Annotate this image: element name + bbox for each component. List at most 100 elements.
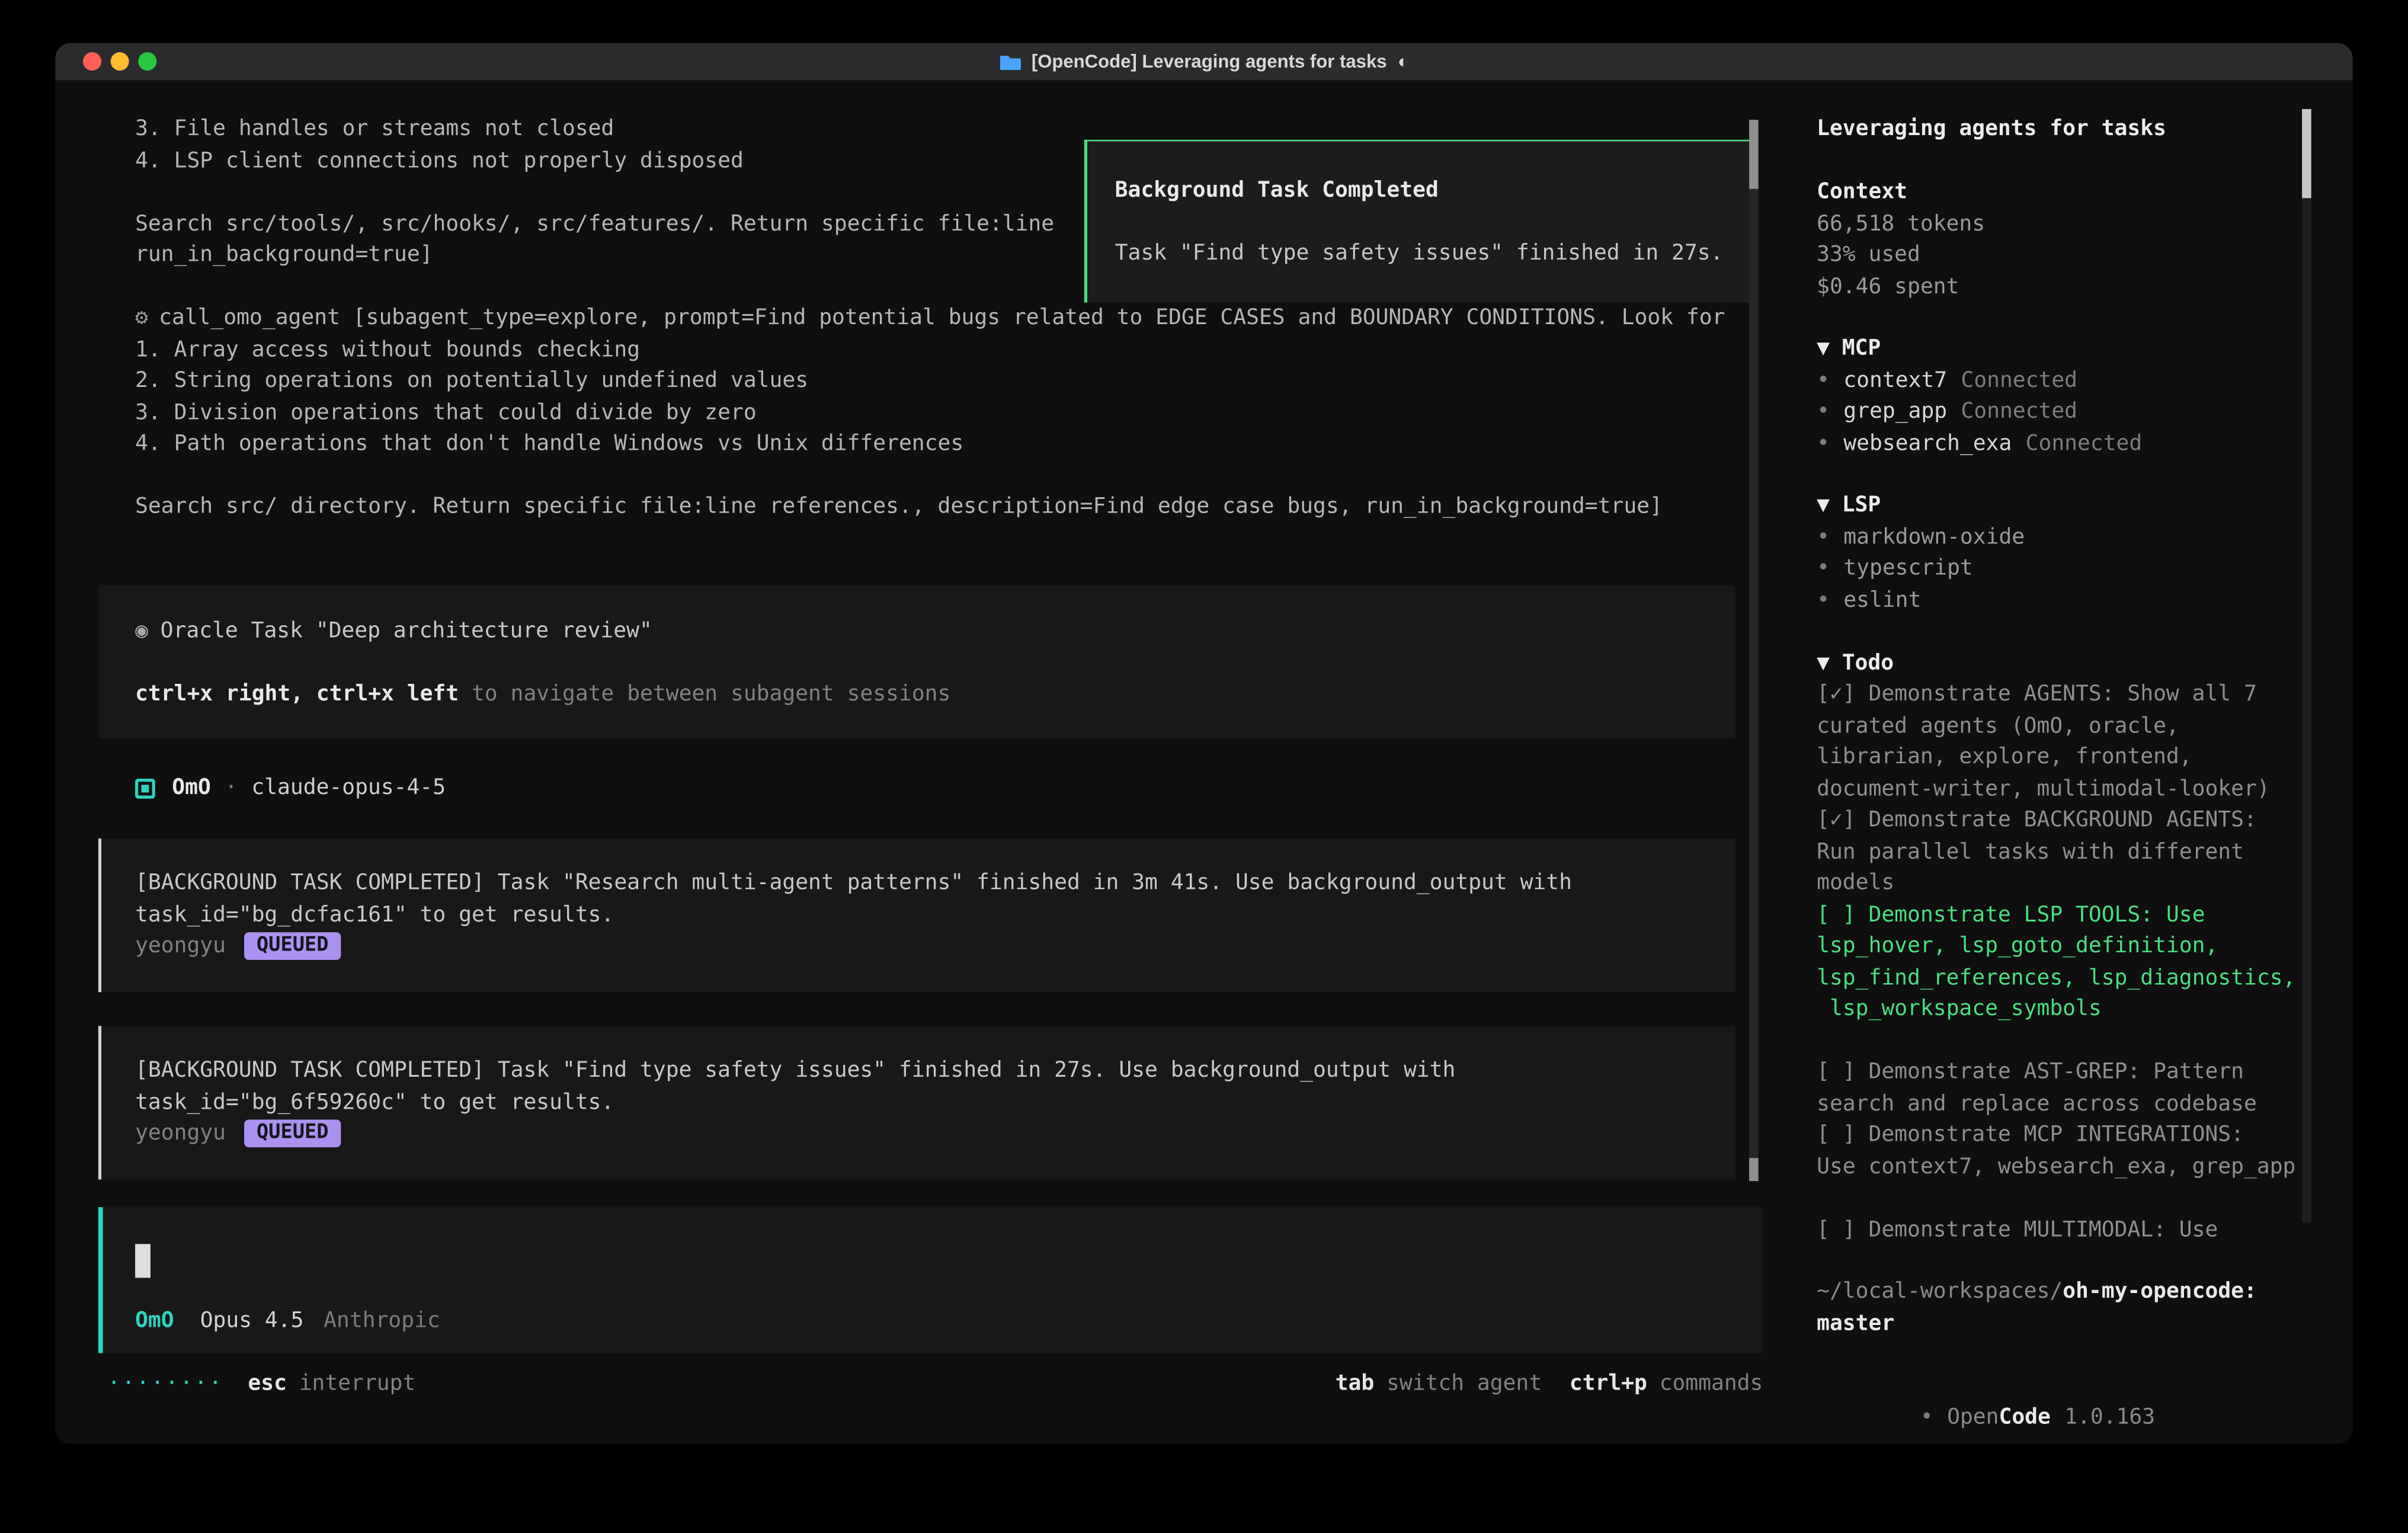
lsp-section: ▼ LSP •markdown-oxide • typescript • eslint bbox=[1817, 490, 2302, 616]
oracle-title-text: Oracle Task "Deep architecture review" bbox=[161, 619, 652, 643]
scrollbar-thumb[interactable] bbox=[2302, 109, 2311, 198]
agent-model: claude-opus-4-5 bbox=[251, 773, 446, 804]
message-block: [BACKGROUND TASK COMPLETED] Task "Find t… bbox=[98, 1026, 1735, 1179]
folder-icon bbox=[999, 53, 1020, 70]
oracle-icon: ◉ bbox=[135, 619, 148, 643]
tool-call-item: 1. Array access without bounds checking bbox=[135, 334, 1725, 366]
scrollbar-thumb[interactable] bbox=[1749, 1158, 1759, 1181]
message-author: yeongyu bbox=[135, 1118, 226, 1150]
tool-call-blank bbox=[135, 460, 1725, 491]
sidebar-scrollbar[interactable] bbox=[2302, 109, 2311, 1222]
mcp-name: grep_app bbox=[1843, 399, 1947, 424]
status-bar: ········ esc interrupt tab switch agent … bbox=[107, 1368, 1763, 1400]
toast-title: Background Task Completed bbox=[1115, 175, 1754, 206]
input-statusline: OmO Opus 4.5 Anthropic bbox=[135, 1305, 440, 1337]
bullet-icon: • bbox=[1817, 368, 1830, 392]
app-name-suffix: Code bbox=[1999, 1404, 2050, 1429]
todo-list: [✓] Demonstrate AGENTS: Show all 7 curat… bbox=[1817, 679, 2302, 1246]
git-branch: master bbox=[1817, 1308, 2302, 1339]
toast-spacer bbox=[1115, 207, 1754, 238]
oracle-task-panel: ◉Oracle Task "Deep architecture review" … bbox=[98, 585, 1735, 738]
esc-key-label: interrupt bbox=[299, 1368, 416, 1400]
lsp-item: • typescript bbox=[1817, 553, 2302, 584]
context-tokens: 66,518 tokens bbox=[1817, 208, 2302, 239]
workspace-path: ~/local-workspaces/oh-my-opencode: bbox=[1817, 1276, 2302, 1308]
toast-body: Task "Find type safety issues" finished … bbox=[1115, 238, 1754, 270]
disclosure-triangle-icon: ▼ bbox=[1817, 337, 1830, 361]
bullet-icon: • bbox=[1817, 524, 1830, 549]
prompt-input[interactable]: OmO Opus 4.5 Anthropic bbox=[98, 1207, 1763, 1353]
ctrlp-key-hint: ctrl+p bbox=[1570, 1368, 1647, 1400]
todo-item: [ ] Demonstrate MCP INTEGRATIONS: Use co… bbox=[1817, 1119, 2302, 1182]
mcp-heading: ▼ MCP bbox=[1817, 333, 2302, 364]
scrollbar-thumb[interactable] bbox=[1749, 120, 1759, 189]
tool-call-header: ⚙call_omo_agent [subagent_type=explore, … bbox=[135, 303, 1725, 334]
lsp-item: •markdown-oxide bbox=[1817, 521, 2302, 553]
model-provider: Anthropic bbox=[324, 1305, 440, 1337]
tab-key-label: switch agent bbox=[1386, 1368, 1542, 1400]
mcp-section: ▼ MCP • context7 Connected • grep_app Connect… bbox=[1817, 333, 2302, 459]
terminal-line: 4. LSP client connections not properly d… bbox=[135, 145, 1054, 177]
tool-call-item: 3. Division operations that could divide… bbox=[135, 397, 1725, 428]
spinner-icon: ········ bbox=[107, 1368, 223, 1400]
todo-item: [ ] Demonstrate MULTIMODAL: Use bbox=[1817, 1214, 2302, 1246]
separator-dot: · bbox=[225, 773, 238, 804]
commands-hint-group: ctrl+p commands bbox=[1570, 1368, 1763, 1400]
tool-call-item: 4. Path operations that don't handle Win… bbox=[135, 428, 1725, 460]
bullet-icon: • bbox=[1817, 587, 1830, 612]
agent-name: OmO bbox=[172, 773, 211, 804]
hint-keys: ctrl+x right, ctrl+x left bbox=[135, 682, 459, 706]
bullet-icon: • bbox=[1920, 1404, 1933, 1429]
agent-checkbox-icon bbox=[135, 778, 155, 798]
message-meta: yeongyu QUEUED bbox=[135, 1118, 1735, 1150]
status-badge: QUEUED bbox=[244, 1120, 341, 1148]
app-version-footer: •OpenCode1.0.163 bbox=[1817, 1370, 2302, 1401]
terminal-content: 3. File handles or streams not closed 4.… bbox=[55, 81, 2352, 1444]
todo-item: [✓] Demonstrate BACKGROUND AGENTS: Run p… bbox=[1817, 805, 2302, 899]
window-title-group: [OpenCode] Leveraging agents for tasks ◐ bbox=[55, 43, 2352, 80]
lsp-name: eslint bbox=[1843, 587, 1921, 612]
app-name-prefix: Open bbox=[1947, 1404, 1999, 1429]
todo-item: [✓] Demonstrate AGENTS: Show all 7 curat… bbox=[1817, 679, 2302, 805]
message-line: task_id="bg_dcfac161" to get results. bbox=[135, 899, 1735, 930]
message-author: yeongyu bbox=[135, 931, 226, 962]
active-model: Opus 4.5 bbox=[200, 1305, 304, 1337]
terminal-window: [OpenCode] Leveraging agents for tasks ◐… bbox=[55, 43, 2352, 1444]
lsp-item: • eslint bbox=[1817, 584, 2302, 616]
lsp-heading: ▼ LSP bbox=[1817, 490, 2302, 521]
text-cursor bbox=[135, 1244, 150, 1278]
conversation-scrollbar[interactable] bbox=[1749, 120, 1759, 1181]
terminal-line: run_in_background=true] bbox=[135, 239, 1054, 271]
workspace-info: ~/local-workspaces/oh-my-opencode: maste… bbox=[1817, 1276, 2302, 1339]
mcp-item: •context7Connected bbox=[1817, 365, 2302, 396]
subagent-nav-hint: ctrl+x right, ctrl+x left to navigate be… bbox=[135, 679, 1735, 711]
scrollback: 3. File handles or streams not closed 4.… bbox=[135, 114, 1054, 271]
mcp-heading-label: MCP bbox=[1842, 337, 1881, 361]
activity-indicator-icon: ◐ bbox=[1398, 51, 1409, 72]
agent-header: OmO · claude-opus-4-5 bbox=[135, 773, 446, 804]
window-titlebar[interactable]: [OpenCode] Leveraging agents for tasks ◐ bbox=[55, 43, 2352, 82]
disclosure-triangle-icon: ▼ bbox=[1817, 493, 1830, 517]
context-used: 33% used bbox=[1817, 239, 2302, 271]
bullet-icon: • bbox=[1817, 431, 1830, 455]
mcp-status: Connected bbox=[2026, 431, 2143, 455]
lsp-name: typescript bbox=[1843, 556, 1972, 580]
lsp-heading-label: LSP bbox=[1842, 493, 1881, 517]
esc-key-hint: esc bbox=[248, 1368, 287, 1400]
todo-item: [ ] Demonstrate LSP TOOLS: Use lsp_hover… bbox=[1817, 899, 2302, 1025]
workspace-name: oh-my-opencode: bbox=[2063, 1279, 2257, 1304]
tab-key-hint: tab bbox=[1336, 1368, 1375, 1400]
mcp-name: context7 bbox=[1843, 368, 1947, 392]
session-title: Leveraging agents for tasks bbox=[1817, 114, 2302, 145]
terminal-line: Search src/tools/, src/hooks/, src/featu… bbox=[135, 208, 1054, 239]
ctrlp-key-label: commands bbox=[1660, 1368, 1763, 1400]
window-title: [OpenCode] Leveraging agents for tasks bbox=[1032, 51, 1387, 72]
context-heading: Context bbox=[1817, 177, 2302, 208]
desktop: [OpenCode] Leveraging agents for tasks ◐… bbox=[0, 0, 2408, 1533]
mcp-status: Connected bbox=[1961, 399, 2077, 424]
mcp-item: •websearch_exaConnected bbox=[1817, 428, 2302, 459]
bullet-icon: • bbox=[1817, 556, 1830, 580]
message-line: task_id="bg_6f59260c" to get results. bbox=[135, 1087, 1735, 1118]
context-spent: $0.46 spent bbox=[1817, 271, 2302, 302]
terminal-line bbox=[135, 177, 1054, 208]
